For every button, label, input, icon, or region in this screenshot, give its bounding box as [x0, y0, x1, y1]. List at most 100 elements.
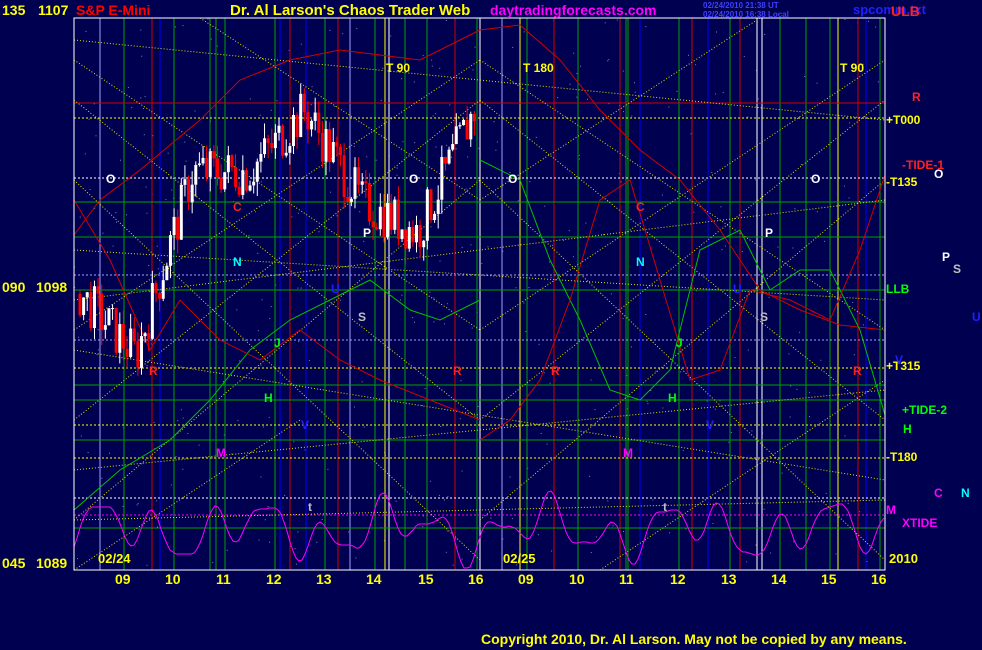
- letter-v-3: V: [895, 353, 904, 367]
- price-bar-body: [447, 149, 451, 164]
- price-bar-body: [277, 125, 281, 133]
- price-bar-body: [378, 206, 382, 230]
- hour-tick-label: 12: [266, 571, 282, 587]
- hour-tick-label: 13: [316, 571, 332, 587]
- hour-tick-label: 16: [871, 571, 887, 587]
- label-t000: +T000: [886, 113, 921, 127]
- star-dot: [446, 144, 448, 146]
- letter-o-2: O: [409, 172, 419, 186]
- star-dot: [85, 30, 87, 32]
- star-dot: [171, 263, 173, 265]
- star-dot: [471, 327, 473, 329]
- price-bar-body: [375, 227, 379, 230]
- star-dot: [634, 82, 635, 84]
- price-bar-body: [165, 265, 169, 281]
- price-bar-body: [458, 125, 462, 127]
- letter-o-5: O: [934, 167, 944, 181]
- price-bar-body: [299, 93, 303, 138]
- letter-v-1: V: [301, 418, 310, 432]
- timestamp-ut: 02/24/2010 21:38 UT: [703, 1, 779, 10]
- price-bar-body: [335, 142, 339, 147]
- star-dot: [375, 159, 377, 161]
- star-dot: [478, 147, 480, 149]
- star-dot: [429, 291, 431, 293]
- star-dot: [866, 561, 868, 562]
- price-bar-body: [89, 292, 93, 329]
- hour-tick-label: 10: [569, 571, 585, 587]
- star-dot: [472, 69, 474, 71]
- star-dot: [366, 156, 368, 158]
- price-bar-body: [179, 184, 183, 240]
- star-dot: [477, 405, 479, 407]
- star-dot: [257, 330, 259, 332]
- star-dot: [481, 263, 483, 265]
- star-dot: [862, 324, 864, 326]
- left-price-mid: 1098: [36, 279, 68, 295]
- star-dot: [790, 385, 792, 387]
- star-dot: [141, 55, 143, 57]
- letter-c-1: C: [233, 200, 242, 214]
- star-dot: [540, 433, 542, 434]
- star-dot: [268, 416, 270, 418]
- price-bar-body: [266, 138, 270, 144]
- cycle-label-t180: T 180: [523, 61, 554, 75]
- price-bar-body: [462, 119, 466, 126]
- star-dot: [276, 100, 278, 102]
- star-dot: [595, 536, 597, 538]
- star-dot: [431, 59, 433, 61]
- author-title: Dr. Al Larson's Chaos Trader Web: [230, 2, 471, 19]
- letter-r-2: R: [149, 364, 158, 378]
- price-bar-body: [346, 197, 350, 202]
- price-bar-body: [241, 170, 245, 195]
- letter-n-2: N: [636, 255, 645, 269]
- price-bar-body: [111, 308, 115, 310]
- star-dot: [622, 70, 624, 72]
- star-dot: [449, 104, 451, 106]
- star-dot: [741, 251, 743, 252]
- star-dot: [680, 371, 682, 373]
- price-bar-body: [255, 161, 259, 182]
- price-bar-body: [140, 336, 144, 368]
- star-dot: [294, 548, 296, 550]
- price-bar-body: [339, 146, 343, 156]
- star-dot: [380, 100, 382, 102]
- price-bar-body: [407, 226, 411, 249]
- price-bar-body: [349, 198, 353, 202]
- website-link[interactable]: daytradingforecasts.com: [490, 2, 657, 18]
- price-bar-body: [223, 172, 227, 190]
- star-dot: [185, 160, 187, 162]
- star-dot: [422, 515, 424, 517]
- price-bar-body: [187, 179, 191, 203]
- star-dot: [716, 31, 717, 33]
- star-dot: [515, 287, 517, 289]
- star-dot: [433, 321, 435, 323]
- price-bar-body: [234, 166, 238, 188]
- star-dot: [461, 558, 463, 560]
- star-dot: [800, 164, 802, 165]
- star-dot: [460, 380, 462, 382]
- star-dot: [546, 443, 548, 445]
- star-dot: [96, 354, 98, 356]
- star-dot: [347, 531, 349, 533]
- star-dot: [152, 135, 154, 137]
- star-dot: [330, 191, 332, 193]
- star-dot: [580, 65, 582, 67]
- star-dot: [843, 185, 845, 187]
- price-bar-body: [230, 155, 234, 167]
- star-dot: [433, 297, 435, 299]
- star-dot: [655, 370, 657, 372]
- price-bar-body: [310, 120, 314, 130]
- hour-tick-label: 09: [518, 571, 534, 587]
- star-dot: [661, 194, 663, 196]
- price-bar-body: [190, 184, 194, 203]
- star-dot: [590, 379, 592, 381]
- star-dot: [353, 248, 355, 250]
- star-dot: [115, 212, 117, 214]
- star-dot: [210, 38, 212, 40]
- price-bar-body: [469, 113, 473, 140]
- price-bar-body: [176, 216, 180, 240]
- star-dot: [297, 287, 299, 289]
- hour-tick-label: 13: [721, 571, 737, 587]
- star-dot: [714, 408, 716, 410]
- price-bar-body: [252, 181, 256, 186]
